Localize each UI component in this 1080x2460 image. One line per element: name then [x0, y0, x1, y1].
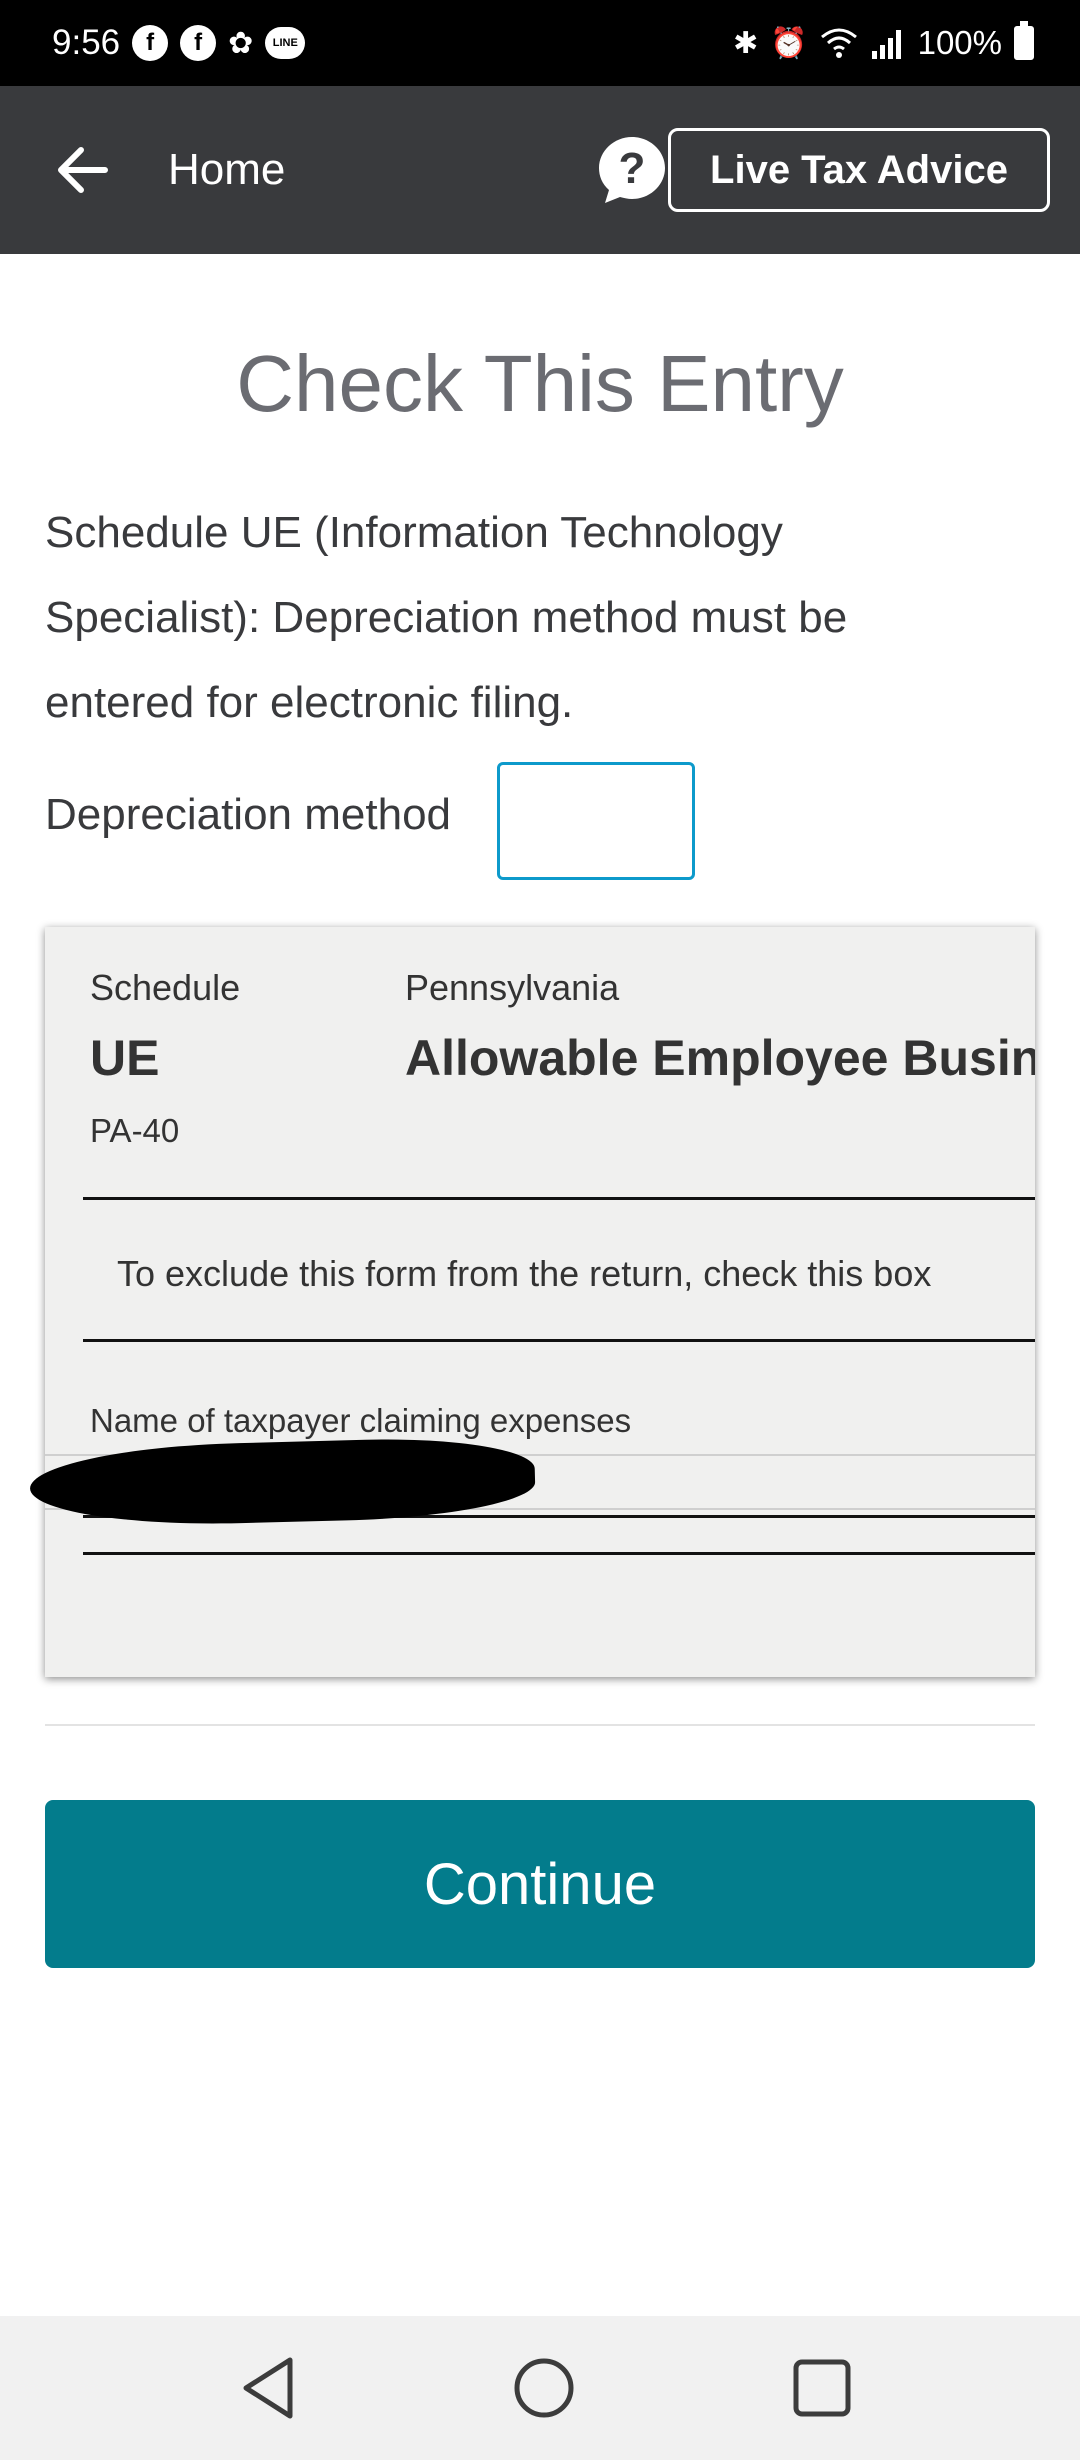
form-schedule-label: Schedule	[90, 967, 241, 1008]
form-schedule-code: UE	[90, 1030, 160, 1086]
svg-text:?: ?	[619, 144, 646, 193]
recents-square-icon[interactable]	[786, 2352, 858, 2424]
depreciation-method-input[interactable]	[497, 762, 695, 880]
form-title: Allowable Employee Business Expenses	[405, 1030, 1035, 1086]
pinwheel-icon: ✿	[228, 26, 254, 60]
depreciation-method-label: Depreciation method	[45, 790, 452, 839]
battery-percent: 100%	[917, 24, 1002, 61]
form-divider	[83, 1197, 1035, 1200]
taxpayer-name-label: Name of taxpayer claiming expenses	[90, 1402, 632, 1439]
system-nav-bar	[0, 2316, 1080, 2460]
form-number: PA-40	[90, 1112, 180, 1149]
form-divider	[83, 1339, 1035, 1342]
home-label[interactable]: Home	[168, 145, 285, 195]
continue-button[interactable]: Continue	[45, 1800, 1035, 1968]
status-left: 9:56 f f ✿ LINE	[52, 23, 306, 63]
back-button[interactable]	[52, 140, 112, 200]
arrow-left-icon	[58, 147, 108, 193]
form-state-label: Pennsylvania	[405, 967, 620, 1008]
home-circle-icon[interactable]	[508, 2352, 580, 2424]
live-tax-advice-button[interactable]: Live Tax Advice	[668, 128, 1050, 212]
section-divider	[45, 1724, 1035, 1726]
form-divider	[83, 1552, 1035, 1555]
app-header: Home ? Live Tax Advice	[0, 86, 1080, 254]
facebook-icon: f	[132, 25, 169, 61]
status-right: ✱ ⏰ 100%	[733, 21, 1034, 62]
facebook-icon: f	[180, 25, 217, 61]
page-title: Check This Entry	[236, 339, 844, 428]
form-preview: Schedule Pennsylvania UE Allowable Emplo…	[45, 927, 1035, 1677]
back-triangle-icon[interactable]	[234, 2352, 306, 2424]
line-icon: LINE	[265, 27, 306, 59]
question-bubble-icon: ?	[599, 137, 665, 203]
signal-icon	[871, 30, 901, 59]
alarm-icon: ⏰	[770, 26, 808, 60]
status-bar: 9:56 f f ✿ LINE ✱ ⏰ 100%	[0, 0, 1080, 86]
status-time: 9:56	[52, 23, 121, 62]
wifi-icon	[820, 28, 857, 58]
exclude-form-text: To exclude this form from the return, ch…	[117, 1253, 932, 1294]
battery-icon	[1014, 21, 1034, 60]
help-button[interactable]: ?	[597, 135, 667, 205]
error-message: Schedule UE (Information Technology Spec…	[45, 508, 848, 727]
bluetooth-icon: ✱	[733, 26, 759, 60]
